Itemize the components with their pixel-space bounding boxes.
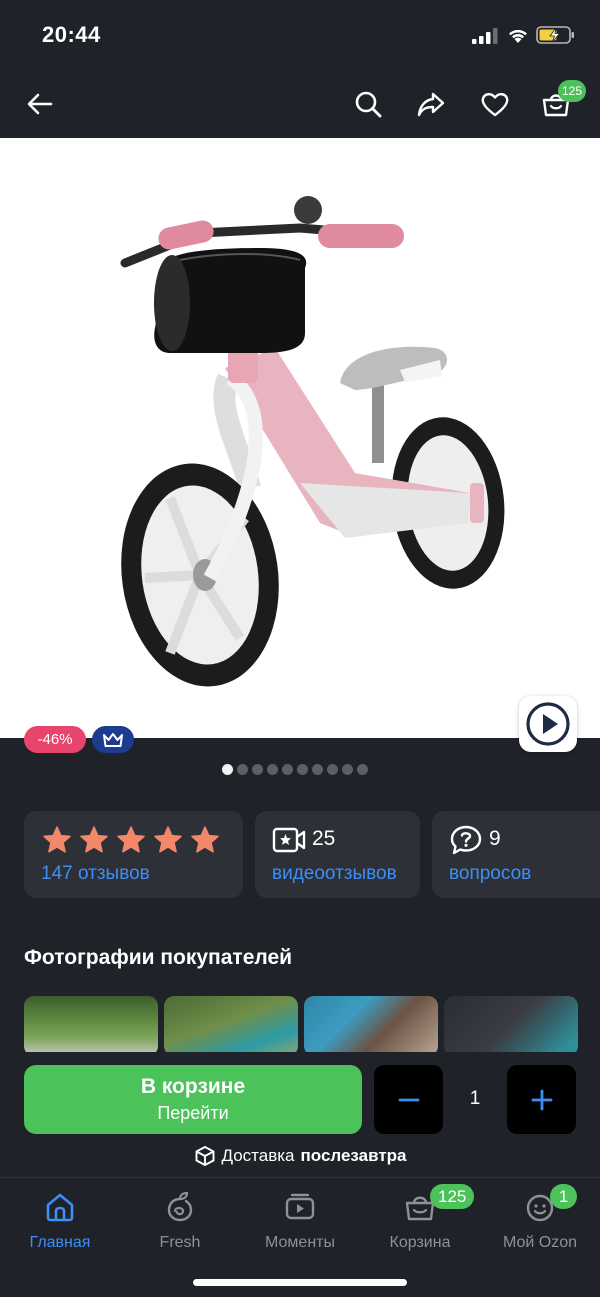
customer-photo[interactable]	[164, 996, 298, 1052]
home-indicator	[193, 1279, 407, 1286]
tab-fresh[interactable]: Fresh	[120, 1188, 240, 1258]
customer-photo[interactable]	[304, 996, 438, 1052]
premium-crown-badge	[92, 726, 134, 753]
tab-home[interactable]: Главная	[0, 1188, 120, 1258]
cart-count-badge: 125	[558, 80, 587, 102]
carousel-dot[interactable]	[357, 764, 368, 775]
cart-action-panel: В корзине Перейти 1 Доставка послезавтра	[0, 1052, 600, 1177]
video-reviews-card[interactable]: 25 видеоотзывов	[255, 811, 420, 898]
video-play-button[interactable]	[519, 696, 577, 752]
fresh-icon	[167, 1191, 193, 1222]
image-carousel-dots	[222, 764, 368, 776]
balance-bike-image	[120, 196, 505, 687]
questions-card[interactable]: 9 вопросов	[432, 811, 600, 898]
status-time: 20:44	[42, 22, 101, 47]
carousel-dot[interactable]	[237, 764, 248, 775]
discount-badge: -46%	[24, 726, 86, 753]
tab-label: Корзина	[389, 1234, 451, 1251]
customer-photo[interactable]	[24, 996, 158, 1052]
customer-photos-strip	[24, 996, 600, 1052]
reviews-link[interactable]: 147 отзывов	[41, 863, 150, 885]
tab-moments[interactable]: Моменты	[240, 1188, 360, 1258]
star-icon	[191, 826, 219, 853]
back-button[interactable]	[22, 86, 58, 122]
tab-label: Моменты	[265, 1234, 335, 1251]
profile-badge: 1	[550, 1184, 577, 1209]
carousel-dot[interactable]	[282, 764, 293, 775]
star-icon	[80, 826, 108, 853]
battery-charging-icon	[536, 26, 574, 44]
customer-photos-title: Фотографии покупателей	[24, 946, 293, 969]
crown-icon	[103, 732, 123, 747]
quantity-value: 1	[469, 1088, 481, 1109]
go-to-cart-button[interactable]: В корзине Перейти	[24, 1065, 362, 1134]
favorite-button[interactable]	[477, 86, 513, 122]
rating-card[interactable]: 147 отзывов	[24, 811, 243, 898]
arrow-left-icon	[27, 93, 53, 115]
star-icon	[117, 826, 145, 853]
moments-icon	[285, 1193, 315, 1220]
wifi-icon	[509, 29, 527, 43]
carousel-dot[interactable]	[312, 764, 323, 775]
status-bar: 20:44	[0, 0, 600, 72]
cellular-signal-icon	[472, 28, 498, 44]
carousel-dot[interactable]	[222, 764, 233, 775]
plus-icon	[531, 1089, 552, 1110]
delivery-prefix: Доставка	[221, 1146, 295, 1165]
heart-icon	[481, 93, 509, 117]
play-icon	[526, 702, 570, 746]
go-to-label: Перейти	[157, 1103, 229, 1123]
carousel-dot[interactable]	[267, 764, 278, 775]
tab-cart[interactable]: Корзина 125	[360, 1184, 480, 1258]
star-icon	[43, 826, 71, 853]
rating-stars	[42, 825, 220, 855]
star-icon	[154, 826, 182, 853]
share-button[interactable]	[413, 86, 449, 122]
questions-count: 9	[489, 827, 501, 850]
question-bubble-icon	[450, 825, 482, 855]
product-image[interactable]	[0, 138, 600, 738]
video-review-icon	[272, 827, 306, 853]
video-reviews-link[interactable]: видеоотзывов	[272, 863, 397, 885]
questions-link[interactable]: вопросов	[449, 863, 531, 885]
carousel-dot[interactable]	[252, 764, 263, 775]
in-cart-label: В корзине	[140, 1075, 246, 1098]
carousel-dot[interactable]	[297, 764, 308, 775]
search-icon	[355, 91, 382, 118]
tab-label: Мой Ozon	[502, 1234, 578, 1251]
decrease-quantity-button[interactable]	[374, 1065, 443, 1134]
home-icon	[46, 1193, 74, 1222]
carousel-dot[interactable]	[327, 764, 338, 775]
tab-label: Главная	[29, 1234, 91, 1251]
video-reviews-count: 25	[312, 827, 336, 850]
share-icon	[417, 92, 445, 117]
increase-quantity-button[interactable]	[507, 1065, 576, 1134]
cart-count-badge: 125	[430, 1184, 475, 1209]
carousel-dot[interactable]	[342, 764, 353, 775]
tab-my-ozon[interactable]: Мой Ozon 1	[480, 1184, 600, 1258]
delivery-date: послезавтра	[300, 1146, 407, 1165]
minus-icon	[398, 1098, 419, 1101]
tab-label: Fresh	[159, 1234, 201, 1251]
box-icon	[195, 1146, 214, 1166]
delivery-info: Доставка послезавтра	[0, 1145, 600, 1167]
search-button[interactable]	[350, 86, 386, 122]
customer-photo[interactable]	[444, 996, 578, 1052]
top-navigation: 125	[0, 72, 600, 138]
